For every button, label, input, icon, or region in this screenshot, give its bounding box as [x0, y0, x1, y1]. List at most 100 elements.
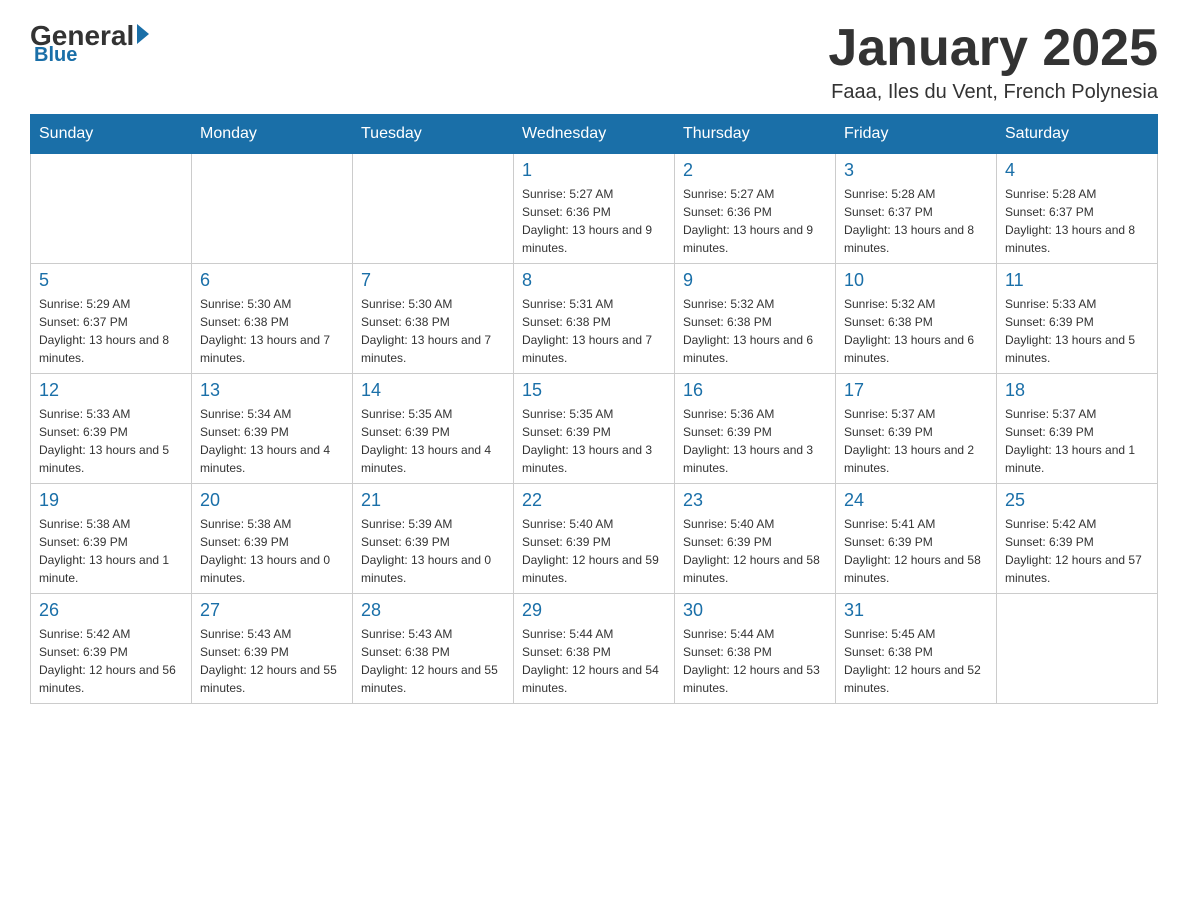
- day-number-25: 25: [1005, 490, 1149, 511]
- header-friday: Friday: [836, 115, 997, 154]
- cell-week1-day4: 2 Sunrise: 5:27 AM Sunset: 6:36 PM Daylig…: [675, 154, 836, 264]
- calendar-table: Sunday Monday Tuesday Wednesday Thursday…: [30, 114, 1158, 704]
- logo-blue-text: Blue: [34, 44, 77, 67]
- cell-week4-day5: 24Sunrise: 5:41 AM Sunset: 6:39 PM Dayli…: [836, 484, 997, 594]
- cell-week1-day6: 4Sunrise: 5:28 AM Sunset: 6:37 PM Daylig…: [997, 154, 1158, 264]
- day-info-1: Sunrise: 5:27 AM Sunset: 6:36 PM Dayligh…: [522, 185, 666, 257]
- cell-week1-day5: 3 Sunrise: 5:28 AM Sunset: 6:37 PM Daylig…: [836, 154, 997, 264]
- cell-week3-day5: 17 Sunrise: 5:37 AM Sunset: 6:39 PM Dayli…: [836, 374, 997, 484]
- day-number-1: 1: [522, 160, 666, 181]
- day-info-30: Sunrise: 5:44 AM Sunset: 6:38 PM Dayligh…: [683, 625, 827, 697]
- location-title: Faaa, Iles du Vent, French Polynesia: [828, 81, 1158, 104]
- day-number-23: 23: [683, 490, 827, 511]
- header: General Blue January 2025 Faaa, Iles du …: [30, 20, 1158, 104]
- day-number-11: 11: [1005, 270, 1149, 291]
- cell-week1-day2: [353, 154, 514, 264]
- day-info-27: Sunrise: 5:43 AM Sunset: 6:39 PM Dayligh…: [200, 625, 344, 697]
- day-info-20: Sunrise: 5:38 AM Sunset: 6:39 PM Dayligh…: [200, 515, 344, 587]
- day-info-26: Sunrise: 5:42 AM Sunset: 6:39 PM Dayligh…: [39, 625, 183, 697]
- header-thursday: Thursday: [675, 115, 836, 154]
- day-number-7: 7: [361, 270, 505, 291]
- day-number-13: 13: [200, 380, 344, 401]
- day-number-6: 6: [200, 270, 344, 291]
- week-row-5: 26 Sunrise: 5:42 AM Sunset: 6:39 PM Dayli…: [31, 594, 1158, 704]
- day-number-28: 28: [361, 600, 505, 621]
- day-info-17: Sunrise: 5:37 AM Sunset: 6:39 PM Dayligh…: [844, 405, 988, 477]
- day-info-21: Sunrise: 5:39 AM Sunset: 6:39 PM Dayligh…: [361, 515, 505, 587]
- day-info-2: Sunrise: 5:27 AM Sunset: 6:36 PM Dayligh…: [683, 185, 827, 257]
- cell-week2-day3: 8Sunrise: 5:31 AM Sunset: 6:38 PM Daylig…: [514, 264, 675, 374]
- logo: General Blue: [30, 20, 149, 67]
- cell-week5-day4: 30 Sunrise: 5:44 AM Sunset: 6:38 PM Dayli…: [675, 594, 836, 704]
- day-number-2: 2: [683, 160, 827, 181]
- cell-week3-day4: 16 Sunrise: 5:36 AM Sunset: 6:39 PM Dayli…: [675, 374, 836, 484]
- cell-week3-day1: 13 Sunrise: 5:34 AM Sunset: 6:39 PM Dayli…: [192, 374, 353, 484]
- day-info-18: Sunrise: 5:37 AM Sunset: 6:39 PM Dayligh…: [1005, 405, 1149, 477]
- day-info-25: Sunrise: 5:42 AM Sunset: 6:39 PM Dayligh…: [1005, 515, 1149, 587]
- cell-week4-day6: 25 Sunrise: 5:42 AM Sunset: 6:39 PM Dayli…: [997, 484, 1158, 594]
- header-monday: Monday: [192, 115, 353, 154]
- day-number-18: 18: [1005, 380, 1149, 401]
- day-number-26: 26: [39, 600, 183, 621]
- calendar-header-row: Sunday Monday Tuesday Wednesday Thursday…: [31, 115, 1158, 154]
- cell-week4-day1: 20 Sunrise: 5:38 AM Sunset: 6:39 PM Dayli…: [192, 484, 353, 594]
- week-row-1: 1 Sunrise: 5:27 AM Sunset: 6:36 PM Daylig…: [31, 154, 1158, 264]
- header-wednesday: Wednesday: [514, 115, 675, 154]
- day-number-20: 20: [200, 490, 344, 511]
- header-saturday: Saturday: [997, 115, 1158, 154]
- day-number-15: 15: [522, 380, 666, 401]
- day-info-6: Sunrise: 5:30 AM Sunset: 6:38 PM Dayligh…: [200, 295, 344, 367]
- day-number-19: 19: [39, 490, 183, 511]
- month-title: January 2025: [828, 20, 1158, 77]
- day-info-28: Sunrise: 5:43 AM Sunset: 6:38 PM Dayligh…: [361, 625, 505, 697]
- day-info-15: Sunrise: 5:35 AM Sunset: 6:39 PM Dayligh…: [522, 405, 666, 477]
- day-info-11: Sunrise: 5:33 AM Sunset: 6:39 PM Dayligh…: [1005, 295, 1149, 367]
- day-number-9: 9: [683, 270, 827, 291]
- day-number-16: 16: [683, 380, 827, 401]
- cell-week4-day2: 21Sunrise: 5:39 AM Sunset: 6:39 PM Dayli…: [353, 484, 514, 594]
- cell-week3-day0: 12 Sunrise: 5:33 AM Sunset: 6:39 PM Dayli…: [31, 374, 192, 484]
- cell-week5-day5: 31Sunrise: 5:45 AM Sunset: 6:38 PM Dayli…: [836, 594, 997, 704]
- day-info-22: Sunrise: 5:40 AM Sunset: 6:39 PM Dayligh…: [522, 515, 666, 587]
- day-info-29: Sunrise: 5:44 AM Sunset: 6:38 PM Dayligh…: [522, 625, 666, 697]
- day-info-5: Sunrise: 5:29 AM Sunset: 6:37 PM Dayligh…: [39, 295, 183, 367]
- day-info-23: Sunrise: 5:40 AM Sunset: 6:39 PM Dayligh…: [683, 515, 827, 587]
- cell-week3-day6: 18 Sunrise: 5:37 AM Sunset: 6:39 PM Dayli…: [997, 374, 1158, 484]
- day-info-14: Sunrise: 5:35 AM Sunset: 6:39 PM Dayligh…: [361, 405, 505, 477]
- day-number-3: 3: [844, 160, 988, 181]
- day-number-30: 30: [683, 600, 827, 621]
- cell-week5-day3: 29 Sunrise: 5:44 AM Sunset: 6:38 PM Dayli…: [514, 594, 675, 704]
- day-info-16: Sunrise: 5:36 AM Sunset: 6:39 PM Dayligh…: [683, 405, 827, 477]
- day-number-5: 5: [39, 270, 183, 291]
- day-number-22: 22: [522, 490, 666, 511]
- week-row-4: 19 Sunrise: 5:38 AM Sunset: 6:39 PM Dayli…: [31, 484, 1158, 594]
- cell-week1-day0: [31, 154, 192, 264]
- cell-week5-day0: 26 Sunrise: 5:42 AM Sunset: 6:39 PM Dayli…: [31, 594, 192, 704]
- day-number-4: 4: [1005, 160, 1149, 181]
- cell-week2-day1: 6 Sunrise: 5:30 AM Sunset: 6:38 PM Daylig…: [192, 264, 353, 374]
- day-info-13: Sunrise: 5:34 AM Sunset: 6:39 PM Dayligh…: [200, 405, 344, 477]
- day-number-29: 29: [522, 600, 666, 621]
- cell-week4-day4: 23 Sunrise: 5:40 AM Sunset: 6:39 PM Dayli…: [675, 484, 836, 594]
- week-row-3: 12 Sunrise: 5:33 AM Sunset: 6:39 PM Dayli…: [31, 374, 1158, 484]
- cell-week5-day6: [997, 594, 1158, 704]
- day-number-27: 27: [200, 600, 344, 621]
- cell-week2-day2: 7Sunrise: 5:30 AM Sunset: 6:38 PM Daylig…: [353, 264, 514, 374]
- day-info-9: Sunrise: 5:32 AM Sunset: 6:38 PM Dayligh…: [683, 295, 827, 367]
- day-info-12: Sunrise: 5:33 AM Sunset: 6:39 PM Dayligh…: [39, 405, 183, 477]
- day-number-17: 17: [844, 380, 988, 401]
- day-number-12: 12: [39, 380, 183, 401]
- logo-triangle-icon: [137, 24, 149, 44]
- cell-week3-day2: 14Sunrise: 5:35 AM Sunset: 6:39 PM Dayli…: [353, 374, 514, 484]
- calendar-body: 1 Sunrise: 5:27 AM Sunset: 6:36 PM Daylig…: [31, 154, 1158, 704]
- week-row-2: 5 Sunrise: 5:29 AM Sunset: 6:37 PM Daylig…: [31, 264, 1158, 374]
- cell-week4-day0: 19Sunrise: 5:38 AM Sunset: 6:39 PM Dayli…: [31, 484, 192, 594]
- cell-week5-day2: 28 Sunrise: 5:43 AM Sunset: 6:38 PM Dayli…: [353, 594, 514, 704]
- cell-week2-day4: 9 Sunrise: 5:32 AM Sunset: 6:38 PM Daylig…: [675, 264, 836, 374]
- day-info-10: Sunrise: 5:32 AM Sunset: 6:38 PM Dayligh…: [844, 295, 988, 367]
- cell-week3-day3: 15 Sunrise: 5:35 AM Sunset: 6:39 PM Dayli…: [514, 374, 675, 484]
- day-number-8: 8: [522, 270, 666, 291]
- day-info-3: Sunrise: 5:28 AM Sunset: 6:37 PM Dayligh…: [844, 185, 988, 257]
- header-tuesday: Tuesday: [353, 115, 514, 154]
- cell-week1-day3: 1 Sunrise: 5:27 AM Sunset: 6:36 PM Daylig…: [514, 154, 675, 264]
